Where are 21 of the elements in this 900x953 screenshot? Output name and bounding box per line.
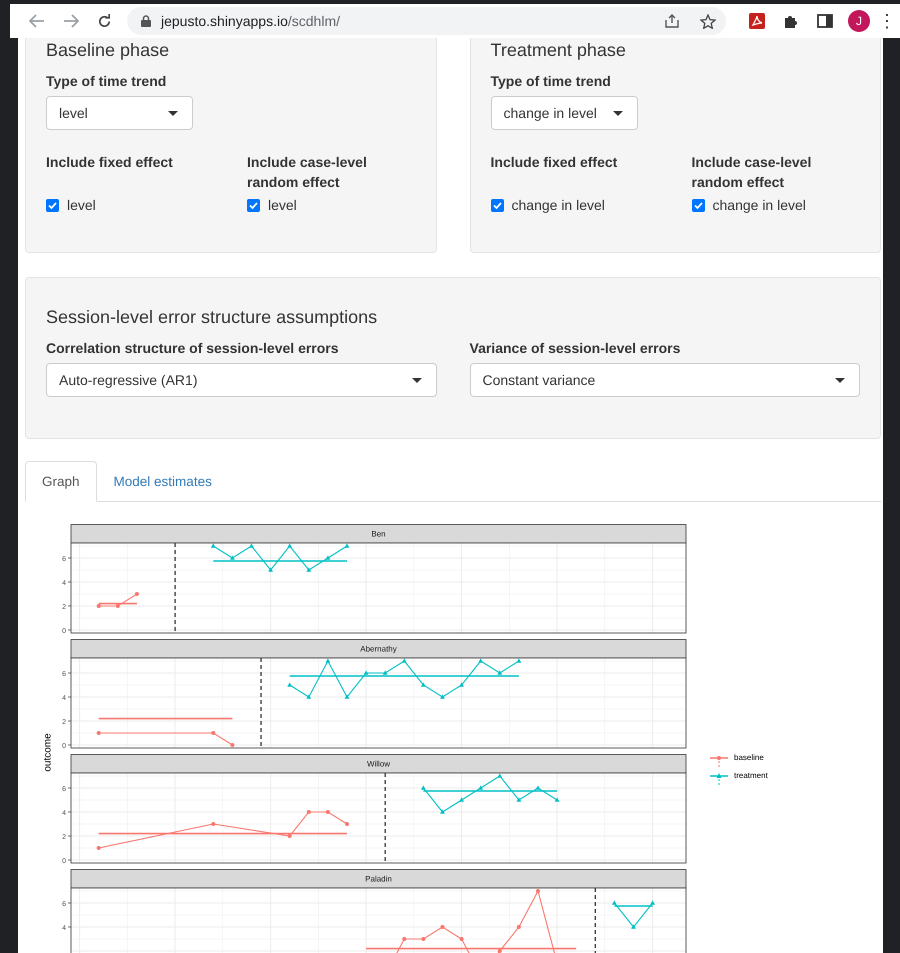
panel-title: Baseline phase — [46, 39, 170, 61]
panel-title: Paladin — [365, 874, 392, 884]
field-label: Correlation structure of session-level errors — [46, 339, 340, 358]
axis-label: outcome — [42, 733, 54, 772]
panel-title: Willow — [366, 760, 390, 768]
panel-title: Abernathy — [360, 644, 397, 654]
checkbox-label: level — [268, 197, 297, 213]
field-label: Include fixed effect — [46, 153, 174, 172]
panel-title: Treatment phase — [490, 39, 627, 61]
field-label: Type of time trend — [490, 72, 612, 91]
field-label: Include fixed effect — [490, 153, 618, 172]
checkbox-label: change in level — [712, 197, 806, 213]
checkbox-label: change in level — [512, 197, 605, 213]
checkbox-label: level — [67, 197, 96, 213]
legend-label: treatment — [734, 770, 768, 782]
panel-title: Ben — [371, 530, 386, 538]
legend-label: baseline — [734, 752, 764, 764]
field-label: Variance of session-level errors — [470, 339, 682, 358]
field-label: Type of time trend — [46, 72, 168, 91]
panel-title: Session-level error structure assumptions — [46, 306, 378, 328]
url-text: jepusto.shinyapps.io/scdhlm/ — [161, 13, 340, 29]
